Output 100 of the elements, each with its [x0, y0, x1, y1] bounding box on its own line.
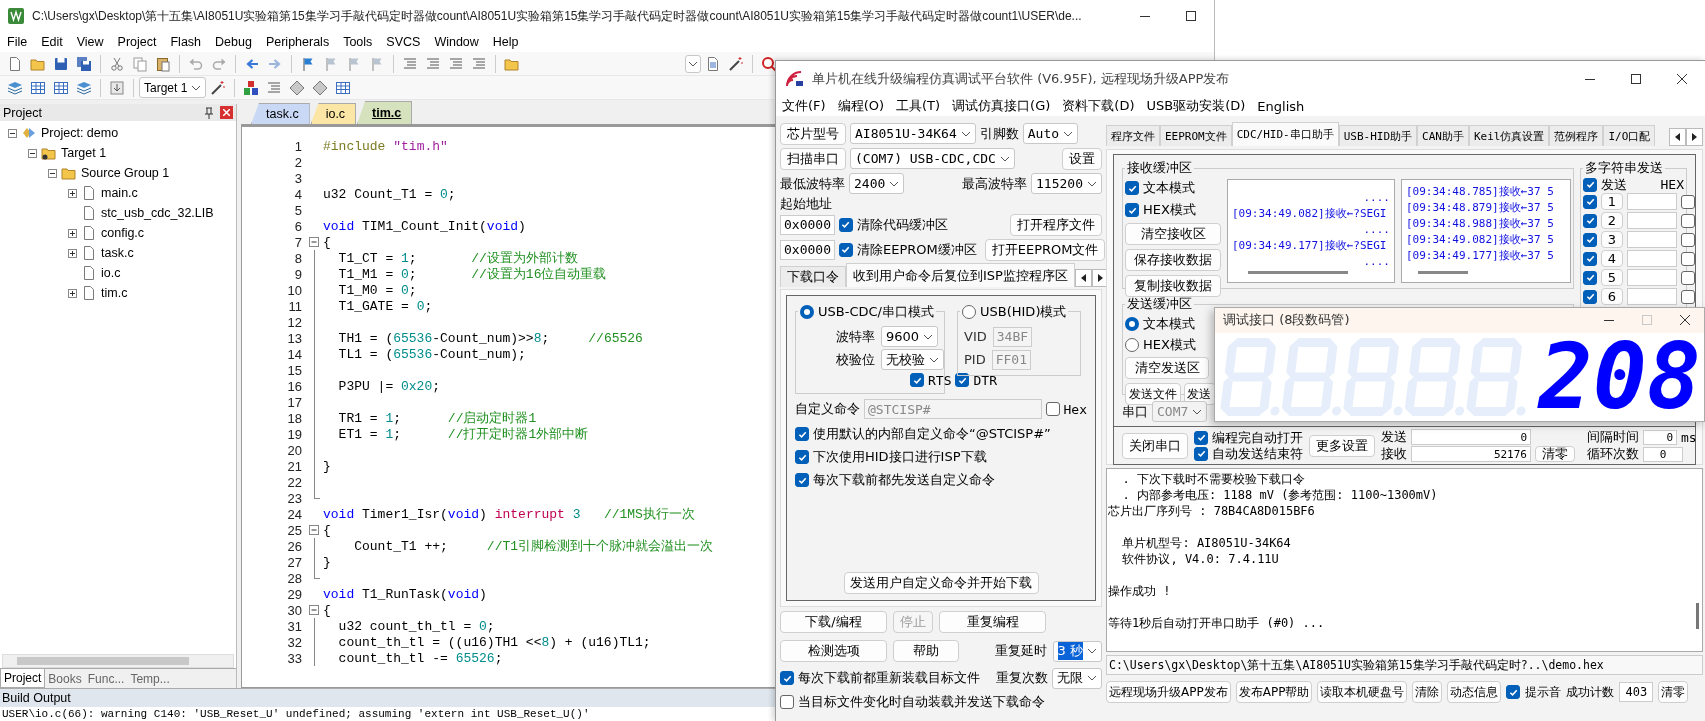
- button[interactable]: 设置: [1062, 147, 1102, 170]
- button[interactable]: 2: [1601, 212, 1623, 229]
- target-dropdown[interactable]: Target 1: [139, 77, 207, 98]
- baud-dropdown[interactable]: 115200: [1031, 173, 1102, 194]
- button[interactable]: 下载/编程: [780, 611, 887, 633]
- checkbox[interactable]: [1583, 177, 1597, 192]
- button[interactable]: 清除: [1412, 681, 1443, 703]
- magic-wand-icon[interactable]: [728, 55, 744, 72]
- menu-item[interactable]: File: [0, 35, 35, 49]
- expand-toggle[interactable]: [68, 228, 77, 238]
- diamond-icon[interactable]: [312, 79, 329, 96]
- checkbox[interactable]: [780, 671, 794, 685]
- fold-toggle[interactable]: [308, 602, 320, 618]
- button[interactable]: 发布APP帮助: [1235, 681, 1313, 703]
- collapse-toggle[interactable]: [28, 148, 37, 158]
- checkbox[interactable]: [838, 242, 853, 257]
- button[interactable]: 远程现场升级APP发布: [1106, 681, 1231, 703]
- tree-item[interactable]: task.c: [101, 246, 134, 260]
- tab[interactable]: 下载口令: [780, 266, 846, 287]
- radio-button[interactable]: [1125, 316, 1139, 331]
- scroll-right-button[interactable]: [1686, 128, 1703, 146]
- menu-item[interactable]: View: [69, 35, 111, 49]
- panel-tab[interactable]: Func...: [84, 669, 128, 688]
- menu-item[interactable]: English: [1251, 98, 1311, 114]
- floppy-disks-icon[interactable]: [76, 55, 92, 72]
- checkbox[interactable]: [838, 217, 853, 232]
- button[interactable]: 芯片型号: [780, 122, 846, 145]
- button[interactable]: 扫描串口: [780, 147, 846, 170]
- button[interactable]: 4: [1601, 250, 1623, 267]
- stacked-layers-icon[interactable]: [7, 79, 23, 96]
- panel-tab[interactable]: Temp...: [127, 669, 173, 688]
- button[interactable]: 3: [1601, 231, 1623, 248]
- colored-blocks-icon[interactable]: [243, 79, 260, 96]
- tree-item[interactable]: io.c: [101, 266, 121, 280]
- menu-item[interactable]: 编程(O): [831, 97, 890, 115]
- scrollbar[interactable]: [1696, 603, 1699, 629]
- checkbox[interactable]: [795, 427, 809, 441]
- tab[interactable]: CAN助手: [1417, 125, 1469, 146]
- file-icon[interactable]: [81, 285, 97, 301]
- checkbox[interactable]: [1681, 251, 1695, 266]
- checkbox[interactable]: [910, 373, 924, 387]
- checkbox[interactable]: [1583, 232, 1597, 247]
- text-field[interactable]: [1627, 269, 1677, 286]
- checkbox[interactable]: [795, 473, 809, 487]
- collapse-toggle[interactable]: [48, 168, 57, 178]
- checkbox[interactable]: [1583, 289, 1597, 304]
- document-icon[interactable]: [705, 55, 721, 72]
- button[interactable]: 关闭串口: [1122, 432, 1188, 459]
- text-field[interactable]: [1627, 193, 1677, 210]
- dropdown[interactable]: [685, 54, 701, 73]
- button[interactable]: 打开EEPROM文件: [984, 238, 1106, 261]
- fold-toggle[interactable]: [308, 234, 320, 250]
- tab[interactable]: I/O口配: [1603, 125, 1656, 146]
- checkbox[interactable]: [1681, 213, 1695, 228]
- file-icon[interactable]: [81, 205, 97, 221]
- text-field[interactable]: [1627, 250, 1677, 267]
- menu-item[interactable]: Project: [110, 35, 164, 49]
- menu-item[interactable]: 文件(F): [776, 97, 832, 115]
- text-field[interactable]: [1627, 231, 1677, 248]
- menu-item[interactable]: Window: [427, 35, 486, 49]
- stacked-layers-icon[interactable]: [76, 79, 92, 96]
- scroll-left-button[interactable]: [1669, 128, 1686, 146]
- panel-tab[interactable]: Project: [0, 669, 46, 688]
- scrollbar[interactable]: [1248, 271, 1348, 274]
- horizontal-scrollbar[interactable]: [2, 654, 234, 668]
- button[interactable]: 复制接收数据: [1125, 275, 1221, 297]
- menu-item[interactable]: Help: [485, 35, 526, 49]
- menu-item[interactable]: USB驱动安装(D): [1140, 97, 1252, 115]
- menu-item[interactable]: SVCS: [379, 35, 428, 49]
- grid-icon[interactable]: [30, 79, 46, 96]
- magnifier-icon[interactable]: [761, 55, 777, 72]
- button[interactable]: 清零: [1535, 446, 1575, 462]
- expand-toggle[interactable]: [68, 288, 77, 298]
- loop-count-field[interactable]: 0: [1643, 446, 1683, 462]
- scrollbar[interactable]: [1418, 271, 1468, 274]
- fold-toggle[interactable]: [308, 522, 320, 538]
- interval-field[interactable]: 0: [1643, 429, 1677, 445]
- editor-tab[interactable]: task.c: [251, 103, 310, 124]
- expand-toggle[interactable]: [68, 248, 77, 258]
- checkbox[interactable]: [1583, 213, 1597, 228]
- menu-item[interactable]: Debug: [208, 35, 259, 49]
- menu-item[interactable]: Flash: [163, 35, 209, 49]
- button[interactable]: 1: [1601, 193, 1623, 210]
- menu-item[interactable]: Edit: [34, 35, 70, 49]
- checkbox[interactable]: [1681, 270, 1695, 285]
- button[interactable]: 5: [1601, 269, 1623, 286]
- collapse-toggle[interactable]: [8, 128, 17, 138]
- tree-item[interactable]: Source Group 1: [81, 166, 170, 180]
- checkbox[interactable]: [1583, 251, 1597, 266]
- text-field[interactable]: [1627, 288, 1677, 305]
- checkbox[interactable]: [1681, 232, 1695, 247]
- editor-tab[interactable]: io.c: [310, 103, 357, 124]
- dropdown[interactable]: 无校验: [881, 349, 944, 370]
- checkbox[interactable]: [1583, 194, 1597, 209]
- button[interactable]: 帮助: [893, 640, 959, 662]
- load-icon[interactable]: [109, 79, 125, 96]
- button[interactable]: 打开程序文件: [1010, 213, 1102, 236]
- menu-item[interactable]: 资料下载(D): [1056, 97, 1141, 115]
- radio-button[interactable]: [800, 304, 814, 319]
- file-icon[interactable]: [81, 225, 97, 241]
